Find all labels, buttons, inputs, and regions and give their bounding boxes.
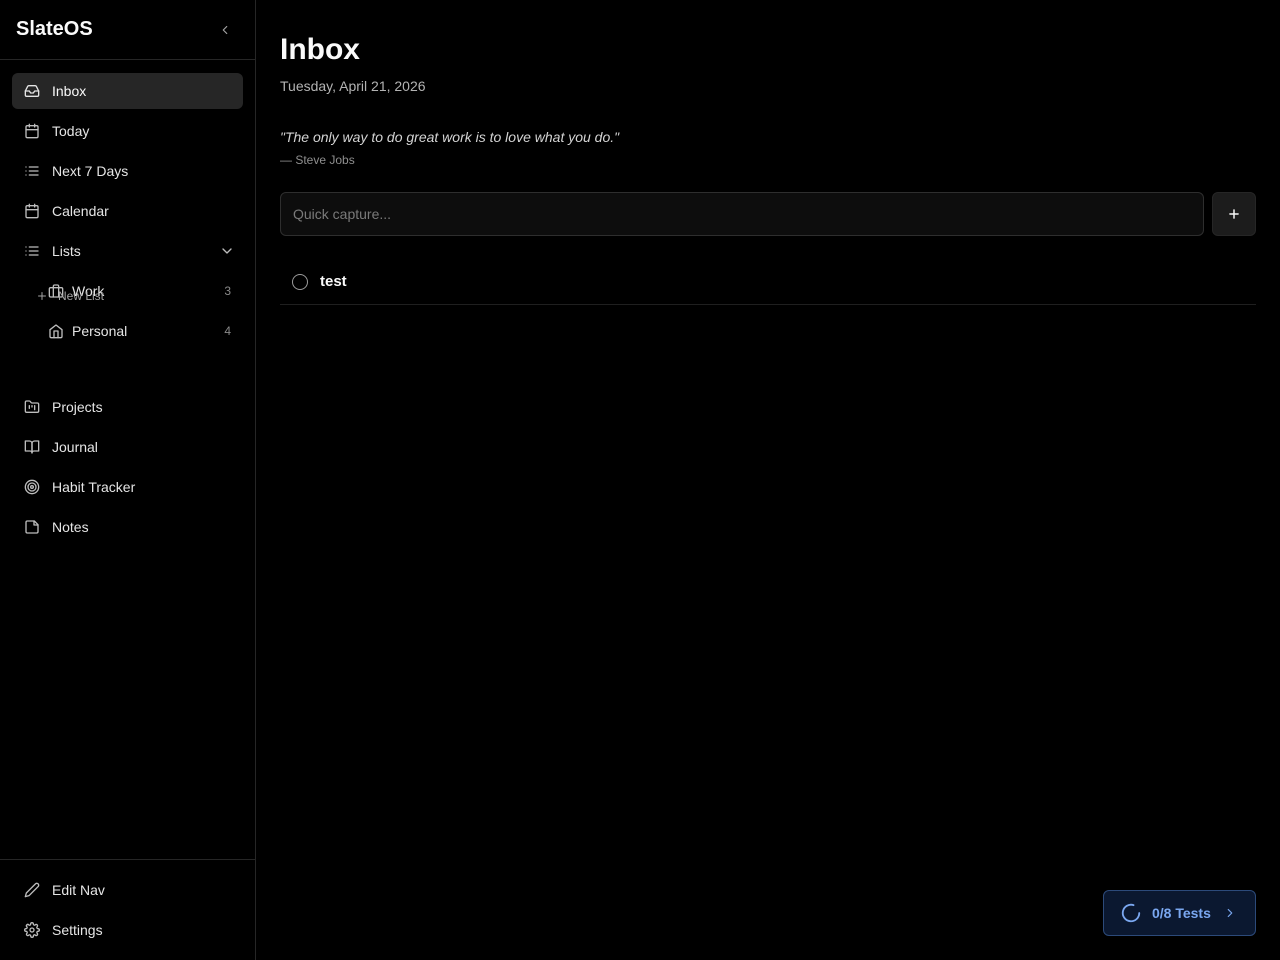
sidebar-item-notes[interactable]: Notes [12, 509, 243, 545]
book-icon [24, 439, 40, 455]
task-checkbox[interactable] [292, 274, 308, 290]
sidebar-item-settings[interactable]: Settings [12, 912, 243, 948]
sidebar-list-label: Personal [72, 323, 128, 339]
sidebar-item-inbox[interactable]: Inbox [12, 73, 243, 109]
sidebar-item-calendar[interactable]: Calendar [12, 193, 243, 229]
sidebar-item-habit-tracker[interactable]: Habit Tracker [12, 469, 243, 505]
list-icon [24, 163, 40, 179]
page-date: Tuesday, April 21, 2026 [280, 78, 426, 94]
sidebar-item-label: Lists [52, 243, 81, 259]
sidebar-item-projects[interactable]: Projects [12, 389, 243, 425]
chevron-right-icon [1223, 906, 1237, 920]
list-icon [24, 243, 40, 259]
sidebar-divider [0, 859, 255, 860]
sidebar-item-next-7-days[interactable]: Next 7 Days [12, 153, 243, 189]
sidebar-item-label: Edit Nav [52, 882, 105, 898]
page-title: Inbox [280, 33, 360, 66]
plus-icon [1227, 207, 1241, 221]
sidebar-item-lists[interactable]: Lists [12, 233, 243, 269]
sidebar-item-label: Settings [52, 922, 103, 938]
sidebar-item-label: Next 7 Days [52, 163, 129, 179]
quote-author: — Steve Jobs [280, 153, 355, 167]
sidebar-item-label: Inbox [52, 83, 87, 99]
main-content: Inbox Tuesday, April 21, 2026 "The only … [280, 0, 1256, 960]
target-icon [24, 479, 40, 495]
chevron-down-icon[interactable] [219, 243, 235, 259]
sidebar-item-label: Notes [52, 519, 89, 535]
task-row[interactable]: test [280, 260, 1256, 305]
home-icon [48, 323, 64, 339]
new-list-button[interactable]: New List [36, 286, 104, 306]
chevron-left-icon [218, 23, 232, 37]
sidebar-item-label: Calendar [52, 203, 109, 219]
add-task-button[interactable] [1212, 192, 1256, 236]
pencil-icon [24, 882, 40, 898]
new-list-label: New List [58, 289, 105, 303]
sidebar-list-personal[interactable]: Personal 4 [36, 313, 243, 349]
sidebar-item-journal[interactable]: Journal [12, 429, 243, 465]
sidebar-item-label: Habit Tracker [52, 479, 136, 495]
spinner-icon [1120, 902, 1142, 924]
note-icon [24, 519, 40, 535]
calendar-icon [24, 123, 40, 139]
tests-label: 0/8 Tests [1152, 905, 1211, 921]
plus-icon [36, 290, 48, 302]
collapse-sidebar-button[interactable] [214, 19, 236, 41]
sidebar: SlateOS Inbox Today Next 7 Days Calendar… [0, 0, 256, 960]
tests-status-button[interactable]: 0/8 Tests [1103, 890, 1256, 936]
sidebar-item-label: Journal [52, 439, 98, 455]
sidebar-divider [0, 59, 255, 60]
app-root: SlateOS Inbox Today Next 7 Days Calendar… [0, 0, 1280, 960]
quick-capture-input[interactable] [280, 192, 1204, 236]
folder-kanban-icon [24, 399, 40, 415]
calendar-icon [24, 203, 40, 219]
sidebar-item-label: Today [52, 123, 90, 139]
app-brand: SlateOS [16, 18, 93, 40]
list-count-badge: 4 [224, 324, 231, 338]
task-title: test [320, 273, 347, 290]
daily-quote: "The only way to do great work is to lov… [280, 129, 620, 145]
sidebar-item-label: Projects [52, 399, 103, 415]
gear-icon [24, 922, 40, 938]
inbox-icon [24, 83, 40, 99]
sidebar-item-edit-nav[interactable]: Edit Nav [12, 872, 243, 908]
sidebar-item-today[interactable]: Today [12, 113, 243, 149]
list-count-badge: 3 [224, 284, 231, 298]
